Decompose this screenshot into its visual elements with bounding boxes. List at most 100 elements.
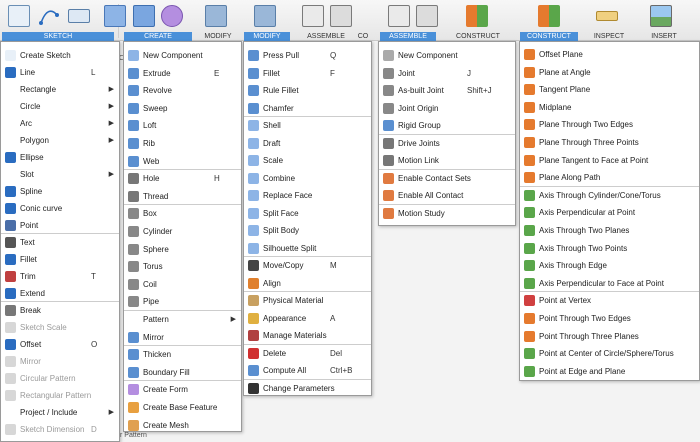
- menu-item-plane-at-angle[interactable]: Plane at Angle: [520, 64, 699, 81]
- menu-item-point-through-three-planes[interactable]: Point Through Three Planes: [520, 328, 699, 345]
- menu-item-align[interactable]: Align: [244, 275, 371, 292]
- menu-item-joint[interactable]: Joint J: [379, 65, 515, 82]
- menu-item-project-include[interactable]: Project / Include ▶: [1, 404, 119, 421]
- menu-item-draft[interactable]: Draft: [244, 135, 371, 152]
- menu-item-point-at-center-of-circle-sphere-torus[interactable]: Point at Center of Circle/Sphere/Torus: [520, 345, 699, 362]
- menu-item-boundary-fill[interactable]: Boundary Fill: [124, 364, 241, 381]
- menu-item-torus[interactable]: Torus: [124, 258, 241, 275]
- menu-item-arc[interactable]: Arc ▶: [1, 115, 119, 132]
- menu-item-as-built-joint[interactable]: As-built Joint Shift+J: [379, 82, 515, 99]
- grid-sphere-icon[interactable]: [161, 5, 183, 27]
- menu-item-move-copy[interactable]: Move/Copy M: [244, 257, 371, 274]
- menu-item-pipe[interactable]: Pipe: [124, 293, 241, 310]
- extrude-icon[interactable]: [133, 5, 155, 27]
- modify-icon[interactable]: [205, 5, 227, 27]
- menu-item-axis-through-edge[interactable]: Axis Through Edge: [520, 257, 699, 274]
- menu-item-line[interactable]: Line L: [1, 64, 119, 81]
- menu-item-web[interactable]: Web: [124, 153, 241, 170]
- menu-item-extend[interactable]: Extend: [1, 285, 119, 302]
- menu-item-fillet[interactable]: Fillet: [1, 251, 119, 268]
- menu-item-plane-tangent-to-face-at-point[interactable]: Plane Tangent to Face at Point: [520, 152, 699, 169]
- tab-modify-open[interactable]: MODIFY: [244, 32, 290, 41]
- menu-item-axis-through-two-points[interactable]: Axis Through Two Points: [520, 240, 699, 257]
- menu-item-rule-fillet[interactable]: Rule Fillet: [244, 82, 371, 99]
- line-icon[interactable]: [38, 5, 60, 27]
- press-pull-icon[interactable]: [254, 5, 276, 27]
- tab-sketch[interactable]: SKETCH: [2, 32, 114, 41]
- tab-assemble[interactable]: ASSEMBLE: [300, 32, 352, 41]
- menu-item-midplane[interactable]: Midplane: [520, 99, 699, 116]
- tab-modify[interactable]: MODIFY: [196, 32, 240, 41]
- tab-inspect[interactable]: INSPECT: [584, 32, 634, 41]
- menu-item-conic-curve[interactable]: Conic curve: [1, 200, 119, 217]
- menu-item-plane-through-three-points[interactable]: Plane Through Three Points: [520, 134, 699, 151]
- box-icon[interactable]: [104, 5, 126, 27]
- menu-item-trim[interactable]: Trim T: [1, 268, 119, 285]
- menu-item-circle[interactable]: Circle ▶: [1, 98, 119, 115]
- menu-item-silhouette-split[interactable]: Silhouette Split: [244, 240, 371, 257]
- menu-item-axis-perpendicular-to-face-at-point[interactable]: Axis Perpendicular to Face at Point: [520, 275, 699, 292]
- menu-item-sweep[interactable]: Sweep: [124, 100, 241, 117]
- menu-item-axis-through-cylinder-cone-torus[interactable]: Axis Through Cylinder/Cone/Torus: [520, 187, 699, 204]
- tab-create[interactable]: CREATE: [124, 32, 192, 41]
- menu-item-cylinder[interactable]: Cylinder: [124, 223, 241, 240]
- menu-item-loft[interactable]: Loft: [124, 117, 241, 134]
- menu-item-plane-along-path[interactable]: Plane Along Path: [520, 169, 699, 186]
- menu-item-create-mesh[interactable]: Create Mesh: [124, 417, 241, 431]
- menu-item-break[interactable]: Break: [1, 302, 119, 319]
- menu-item-axis-perpendicular-at-point[interactable]: Axis Perpendicular at Point: [520, 204, 699, 221]
- menu-item-ellipse[interactable]: Ellipse: [1, 149, 119, 166]
- menu-item-coil[interactable]: Coil: [124, 276, 241, 293]
- menu-item-point[interactable]: Point: [1, 217, 119, 234]
- menu-item-rib[interactable]: Rib: [124, 135, 241, 152]
- assemble-joint-icon[interactable]: [416, 5, 438, 27]
- menu-item-enable-all-contact[interactable]: Enable All Contact: [379, 187, 515, 204]
- menu-item-extrude[interactable]: Extrude E: [124, 65, 241, 82]
- menu-item-replace-face[interactable]: Replace Face: [244, 187, 371, 204]
- menu-item-scale[interactable]: Scale: [244, 152, 371, 169]
- menu-item-point-through-two-edges[interactable]: Point Through Two Edges: [520, 310, 699, 327]
- menu-item-box[interactable]: Box: [124, 205, 241, 222]
- menu-item-plane-through-two-edges[interactable]: Plane Through Two Edges: [520, 116, 699, 133]
- tab-co[interactable]: CO: [352, 32, 374, 41]
- new-component-icon[interactable]: [302, 5, 324, 27]
- menu-item-shell[interactable]: Shell: [244, 117, 371, 134]
- menu-item-axis-through-two-planes[interactable]: Axis Through Two Planes: [520, 222, 699, 239]
- menu-item-manage-materials[interactable]: Manage Materials: [244, 327, 371, 344]
- menu-item-split-body[interactable]: Split Body: [244, 222, 371, 239]
- menu-item-create-base-feature[interactable]: Create Base Feature: [124, 399, 241, 416]
- menu-item-new-component[interactable]: New Component: [124, 47, 241, 64]
- menu-item-physical-material[interactable]: Physical Material: [244, 292, 371, 309]
- menu-item-tangent-plane[interactable]: Tangent Plane: [520, 81, 699, 98]
- menu-item-rectangle[interactable]: Rectangle ▶: [1, 81, 119, 98]
- menu-item-spline[interactable]: Spline: [1, 183, 119, 200]
- menu-item-rectangular-pattern[interactable]: Rectangular Pattern: [1, 387, 119, 404]
- menu-item-offset[interactable]: Offset O: [1, 336, 119, 353]
- tab-assemble-open[interactable]: ASSEMBLE: [380, 32, 436, 41]
- menu-item-hole[interactable]: Hole H: [124, 170, 241, 187]
- menu-item-chamfer[interactable]: Chamfer: [244, 100, 371, 117]
- menu-item-rigid-group[interactable]: Rigid Group: [379, 117, 515, 134]
- menu-item-combine[interactable]: Combine: [244, 170, 371, 187]
- menu-item-fillet[interactable]: Fillet F: [244, 65, 371, 82]
- menu-item-point-at-vertex[interactable]: Point at Vertex: [520, 292, 699, 309]
- menu-item-enable-contact-sets[interactable]: Enable Contact Sets: [379, 170, 515, 187]
- create-sketch-icon[interactable]: [8, 5, 30, 27]
- joint-icon[interactable]: [330, 5, 352, 27]
- menu-item-slot[interactable]: Slot ▶: [1, 166, 119, 183]
- menu-item-polygon[interactable]: Polygon ▶: [1, 132, 119, 149]
- menu-item-compute-all[interactable]: Compute All Ctrl+B: [244, 362, 371, 379]
- menu-item-create-sketch[interactable]: Create Sketch: [1, 47, 119, 64]
- menu-item-point-at-edge-and-plane[interactable]: Point at Edge and Plane: [520, 363, 699, 380]
- insert-image-icon[interactable]: [650, 5, 672, 27]
- menu-item-mirror[interactable]: Mirror: [124, 329, 241, 346]
- menu-item-thread[interactable]: Thread: [124, 188, 241, 205]
- menu-item-sphere[interactable]: Sphere: [124, 241, 241, 258]
- assemble-component-icon[interactable]: [388, 5, 410, 27]
- measure-icon[interactable]: [596, 11, 618, 21]
- menu-item-new-component[interactable]: New Component: [379, 47, 515, 64]
- menu-item-sketch-dimension[interactable]: Sketch Dimension D: [1, 421, 119, 438]
- menu-item-change-parameters[interactable]: Change Parameters: [244, 380, 371, 396]
- tab-construct[interactable]: CONSTRUCT: [452, 32, 504, 41]
- menu-item-split-face[interactable]: Split Face: [244, 205, 371, 222]
